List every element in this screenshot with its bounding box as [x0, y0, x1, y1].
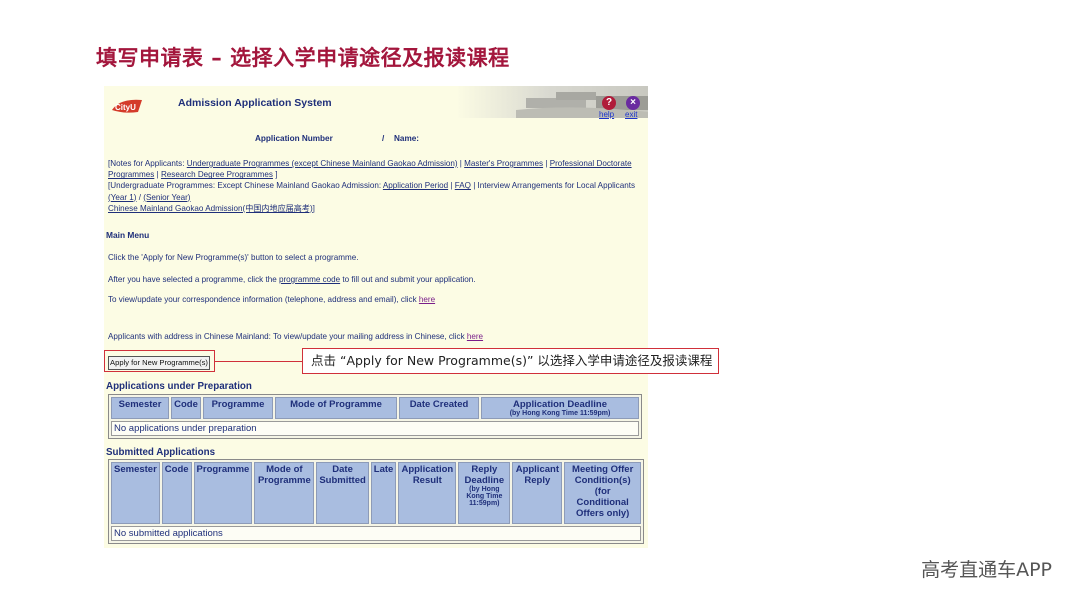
instruction-line-3: To view/update your correspondence infor… [108, 295, 436, 304]
faq-link[interactable]: FAQ [455, 181, 471, 190]
slide-title: 填写申请表 – 选择入学申请途径及报读课程 [96, 46, 510, 70]
col-mode: Mode of Programme [254, 462, 315, 524]
col-mode: Mode of Programme [275, 397, 397, 419]
col-deadline: Application Deadline (by Hong Kong Time 1… [481, 397, 639, 419]
notes-close: ] [272, 170, 278, 180]
submitted-empty-row: No submitted applications [111, 526, 641, 541]
col-applicant-reply: Applicant Reply [512, 462, 563, 524]
sep: | [448, 181, 455, 191]
ug-notes-link[interactable]: Undergraduate Programmes (except Chinese… [187, 159, 458, 168]
col-semester: Semester [111, 397, 169, 419]
prep-table: Semester Code Programme Mode of Programm… [108, 394, 642, 439]
correspondence-here-link[interactable]: here [419, 295, 435, 304]
cityu-logo: CityU [112, 99, 142, 113]
exit-link[interactable]: exit [625, 110, 637, 119]
year1-link[interactable]: (Year 1) [108, 193, 137, 202]
masters-link[interactable]: Master's Programmes [464, 159, 543, 168]
instruction-line-1: Click the 'Apply for New Programme(s)' b… [108, 253, 359, 262]
gaokao-link[interactable]: Chinese Mainland Gaokao Admission(中国内地应届… [108, 204, 313, 213]
col-reply-deadline: Reply Deadline (by Hong Kong Time 11:59pm… [458, 462, 511, 524]
app-header: CityU Admission Application System ? × h… [104, 86, 648, 126]
col-result: Application Result [398, 462, 457, 524]
sep: | [154, 170, 161, 180]
deadline-note: (by Hong Kong Time 11:59pm) [509, 410, 611, 417]
callout-annotation: 点击 “Apply for New Programme(s)” 以选择入学申请途… [302, 348, 719, 374]
senior-year-link[interactable]: (Senior Year) [143, 193, 190, 202]
application-period-link[interactable]: Application Period [383, 181, 448, 190]
reply-note: (by Hong Kong Time 11:59pm) [466, 486, 503, 507]
application-number-label: Application Number [255, 134, 333, 143]
research-degree-link[interactable]: Research Degree Programmes [161, 170, 273, 179]
submitted-table: Semester Code Programme Mode of Programm… [108, 459, 644, 544]
col-date-created: Date Created [399, 397, 479, 419]
prep-heading: Applications under Preparation [106, 381, 252, 392]
col-code: Code [171, 397, 201, 419]
submitted-heading: Submitted Applications [106, 447, 216, 458]
apply-new-programme-button[interactable]: Apply for New Programme(s) [108, 356, 210, 370]
campus-banner-image [456, 86, 648, 118]
help-link[interactable]: help [599, 110, 614, 119]
col-programme: Programme [203, 397, 273, 419]
notes-close2: ] [312, 203, 315, 213]
name-label: Name: [394, 134, 420, 143]
prep-empty-row: No applications under preparation [111, 421, 639, 436]
col-semester: Semester [111, 462, 160, 524]
system-title: Admission Application System [178, 97, 332, 109]
mailing-address-here-link[interactable]: here [467, 332, 483, 341]
col-code: Code [161, 462, 192, 524]
col-programme: Programme [193, 462, 253, 524]
exit-icon[interactable]: × [626, 96, 640, 110]
callout-connector [214, 361, 302, 362]
svg-text:CityU: CityU [115, 103, 136, 112]
sep: | [543, 159, 550, 168]
col-offer-conditions: Meeting Offer Condition(s) (for Conditio… [564, 462, 641, 524]
notes-for-applicants: [Notes for Applicants: Undergraduate Pro… [108, 158, 644, 214]
col-date-submitted: Date Submitted [316, 462, 369, 524]
instruction-line-4: Applicants with address in Chinese Mainl… [108, 332, 484, 341]
col-late: Late [370, 462, 397, 524]
watermark: 高考直通车APP [921, 559, 1052, 581]
ug-prefix: [Undergraduate Programmes: Except Chines… [108, 181, 383, 191]
main-menu-heading: Main Menu [106, 230, 150, 240]
application-screenshot: CityU Admission Application System ? × h… [104, 86, 648, 548]
separator: / [382, 134, 385, 143]
help-icon[interactable]: ? [602, 96, 616, 110]
notes-prefix: [Notes for Applicants: [108, 159, 187, 168]
interview-text: | Interview Arrangements for Local Appli… [470, 181, 636, 191]
instruction-line-2: After you have selected a programme, cli… [108, 275, 476, 284]
programme-code-link[interactable]: programme code [279, 275, 340, 284]
